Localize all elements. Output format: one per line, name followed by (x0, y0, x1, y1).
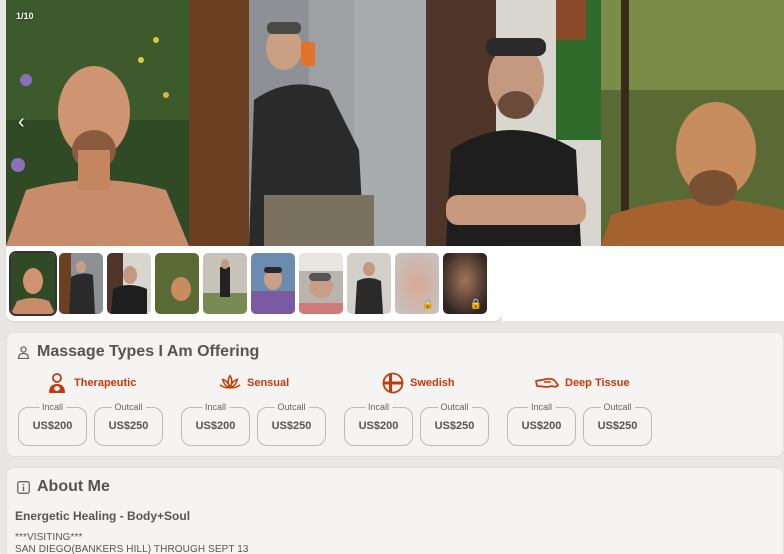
about-me-heading: About Me (17, 478, 110, 496)
thumbnail-3[interactable] (107, 253, 151, 314)
incall-price: US$200 (32, 420, 73, 432)
thumbnail-5[interactable] (203, 253, 247, 314)
massage-types-heading: Massage Types I Am Offering (17, 343, 259, 361)
massage-type-name: Swedish (410, 377, 455, 389)
massage-type-sensual: Sensual Incall US$200 Outcall US$250 (181, 371, 341, 446)
outcall-price-box[interactable]: Outcall US$250 (420, 402, 489, 446)
massage-type-deep-tissue: Deep Tissue Incall US$200 Outcall US$250 (507, 371, 667, 446)
massage-type-name: Sensual (247, 377, 290, 389)
thumbnail-8[interactable] (347, 253, 391, 314)
massage-types-card: Massage Types I Am Offering Therapeutic … (6, 332, 784, 457)
thumbnail-7[interactable] (299, 253, 343, 314)
outcall-label: Outcall (600, 402, 635, 412)
person-icon (17, 345, 30, 359)
incall-price: US$200 (358, 420, 399, 432)
massage-type-name: Deep Tissue (565, 377, 630, 389)
prev-arrow-icon[interactable]: ‹ (18, 112, 25, 132)
outcall-price: US$250 (434, 420, 475, 432)
thumbnail-10-locked[interactable]: 🔒 (443, 253, 487, 314)
photo-gallery[interactable]: 1/10 ‹ (6, 0, 784, 246)
massage-type-swedish: Swedish Incall US$200 Outcall US$250 (344, 371, 504, 446)
massage-type-name: Therapeutic (74, 377, 137, 389)
incall-price-box[interactable]: Incall US$200 (18, 402, 87, 446)
about-text-line: SAN DIEGO(BANKERS HILL) THROUGH SEPT 13 (15, 544, 249, 554)
about-me-card: About Me Energetic Healing - Body+Soul *… (6, 467, 784, 554)
massage-types-title: Massage Types I Am Offering (37, 343, 260, 360)
incall-label: Incall (38, 402, 67, 412)
about-subtitle: Energetic Healing - Body+Soul (15, 509, 191, 523)
outcall-label: Outcall (111, 402, 146, 412)
gallery-photo-2[interactable] (189, 0, 426, 246)
outcall-price: US$250 (271, 420, 312, 432)
outcall-price: US$250 (597, 420, 638, 432)
gallery-photo-4[interactable] (601, 0, 784, 246)
incall-label: Incall (201, 402, 230, 412)
thumbnail-1[interactable] (9, 251, 57, 316)
incall-price-box[interactable]: Incall US$200 (344, 402, 413, 446)
lock-icon: 🔒 (469, 299, 482, 310)
thumbnail-2[interactable] (59, 253, 103, 314)
photo-counter: 1/10 (16, 11, 34, 21)
incall-price-box[interactable]: Incall US$200 (507, 402, 576, 446)
info-icon (17, 480, 30, 494)
incall-label: Incall (527, 402, 556, 412)
thumbnail-4[interactable] (155, 253, 199, 314)
gallery-side-panel (502, 246, 784, 321)
thumbnail-9-locked[interactable]: 🔒 (395, 253, 439, 314)
incall-price-box[interactable]: Incall US$200 (181, 402, 250, 446)
massage-type-therapeutic: Therapeutic Incall US$200 Outcall US$250 (18, 371, 178, 446)
incall-label: Incall (364, 402, 393, 412)
outcall-price-box[interactable]: Outcall US$250 (583, 402, 652, 446)
about-me-title: About Me (37, 478, 110, 495)
gallery-photo-1[interactable] (6, 0, 189, 246)
outcall-price-box[interactable]: Outcall US$250 (94, 402, 163, 446)
lotus-icon (219, 372, 241, 394)
outcall-price-box[interactable]: Outcall US$250 (257, 402, 326, 446)
thumbnail-strip: 🔒 🔒 (6, 246, 502, 321)
thumbnail-6[interactable] (251, 253, 295, 314)
incall-price: US$200 (195, 420, 236, 432)
about-text-line: ***VISITING*** (15, 532, 83, 543)
deep-tissue-icon (535, 372, 559, 394)
swedish-icon (382, 372, 404, 394)
outcall-label: Outcall (437, 402, 472, 412)
gallery-photo-3[interactable] (426, 0, 601, 246)
outcall-price: US$250 (108, 420, 149, 432)
lock-icon: 🔒 (421, 299, 434, 310)
outcall-label: Outcall (274, 402, 309, 412)
incall-price: US$200 (521, 420, 562, 432)
therapist-icon (46, 372, 68, 394)
